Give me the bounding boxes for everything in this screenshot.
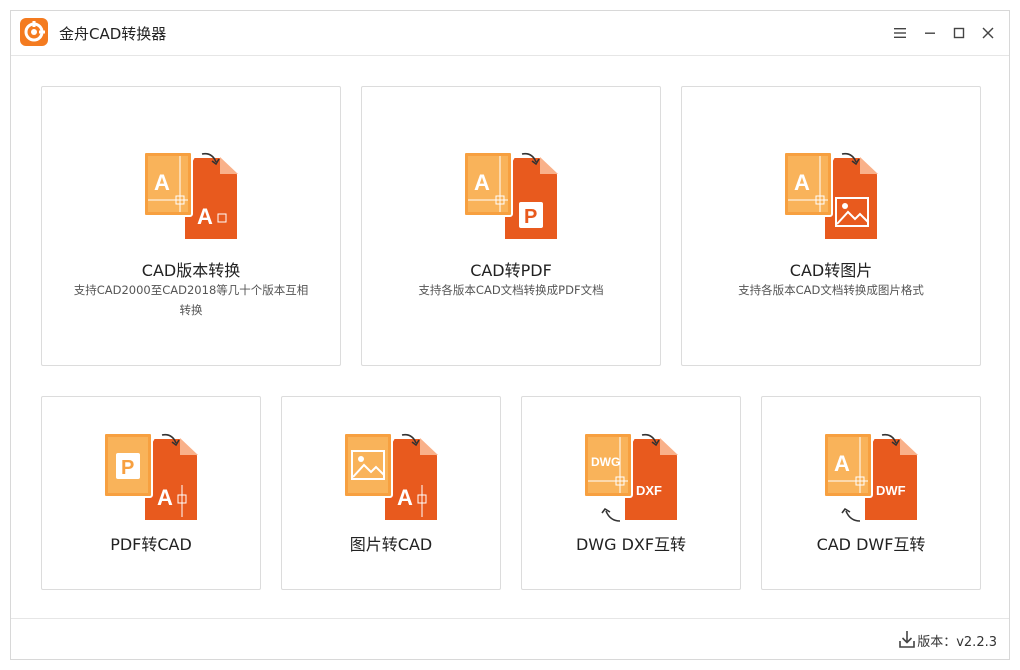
- minimize-button[interactable]: [918, 21, 942, 45]
- card-title: CAD转PDF: [470, 261, 552, 280]
- icon-label-dxf: DXF: [636, 483, 662, 498]
- card-title: CAD版本转换: [141, 261, 241, 280]
- app-window: 金舟CAD转换器 A A CAD版本转换 支持CAD2000至CAD2018等几…: [10, 10, 1010, 660]
- icon-label-dwg: DWG: [591, 455, 620, 469]
- maximize-button[interactable]: [947, 21, 971, 45]
- pdf-to-cad-icon: P A: [103, 433, 199, 522]
- card-cad-dwf-convert[interactable]: A DWF CAD DWF互转: [761, 396, 981, 590]
- cad-to-image-icon: A: [783, 152, 879, 241]
- dwg-dxf-convert-icon: DWG DXF: [583, 433, 679, 522]
- card-dwg-dxf-convert[interactable]: DWG DXF DWG DXF互转: [521, 396, 741, 590]
- card-description: 支持CAD2000至CAD2018等几十个版本互相转换: [73, 283, 309, 317]
- icon-letter-a: A: [397, 485, 413, 510]
- menu-button[interactable]: [888, 21, 912, 45]
- app-title: 金舟CAD转换器: [59, 25, 167, 43]
- icon-letter-a: A: [794, 170, 810, 195]
- card-title: DWG DXF互转: [575, 535, 687, 554]
- icon-letter-p: P: [121, 457, 134, 479]
- card-cad-to-pdf[interactable]: A P CAD转PDF 支持各版本CAD文档转换成PDF文档: [361, 86, 661, 366]
- card-title: PDF转CAD: [110, 535, 192, 554]
- card-description: 支持各版本CAD文档转换成PDF文档: [418, 283, 604, 297]
- menu-icon: [894, 28, 906, 38]
- card-image-to-cad[interactable]: A 图片转CAD: [281, 396, 501, 590]
- version-label: 版本：: [917, 635, 957, 650]
- card-cad-version-convert[interactable]: A A CAD版本转换 支持CAD2000至CAD2018等几十个版本互相转换: [41, 86, 341, 366]
- icon-letter-a: A: [197, 204, 213, 229]
- card-cad-to-image[interactable]: A CAD转图片 支持各版本CAD文档转换成图片格式: [681, 86, 981, 366]
- title-bar: 金舟CAD转换器: [11, 11, 1009, 56]
- icon-letter-a: A: [154, 170, 170, 195]
- cad-dwf-convert-icon: A DWF: [823, 433, 919, 522]
- card-description: 支持各版本CAD文档转换成图片格式: [738, 283, 924, 297]
- image-to-cad-icon: A: [343, 433, 439, 522]
- maximize-icon: [953, 27, 965, 39]
- app-logo-icon: [20, 18, 48, 46]
- icon-letter-a: A: [474, 170, 490, 195]
- icon-letter-a: A: [157, 485, 173, 510]
- close-button[interactable]: [976, 21, 1000, 45]
- download-icon[interactable]: [897, 629, 917, 649]
- version-number: v2.2.3: [956, 635, 997, 650]
- icon-label-dwf: DWF: [876, 483, 906, 498]
- cad-to-pdf-icon: A P: [463, 152, 559, 241]
- card-pdf-to-cad[interactable]: P A PDF转CAD: [41, 396, 261, 590]
- status-bar: 版本：v2.2.3: [11, 618, 1009, 659]
- card-title: CAD转图片: [789, 261, 873, 280]
- icon-letter-a: A: [834, 451, 850, 476]
- cad-version-convert-icon: A A: [143, 152, 239, 241]
- card-title: CAD DWF互转: [816, 535, 926, 554]
- version-text: 版本：v2.2.3: [917, 631, 997, 650]
- card-title: 图片转CAD: [349, 535, 433, 554]
- minimize-icon: [925, 32, 935, 34]
- close-icon: [982, 27, 994, 39]
- icon-letter-p: P: [524, 206, 537, 228]
